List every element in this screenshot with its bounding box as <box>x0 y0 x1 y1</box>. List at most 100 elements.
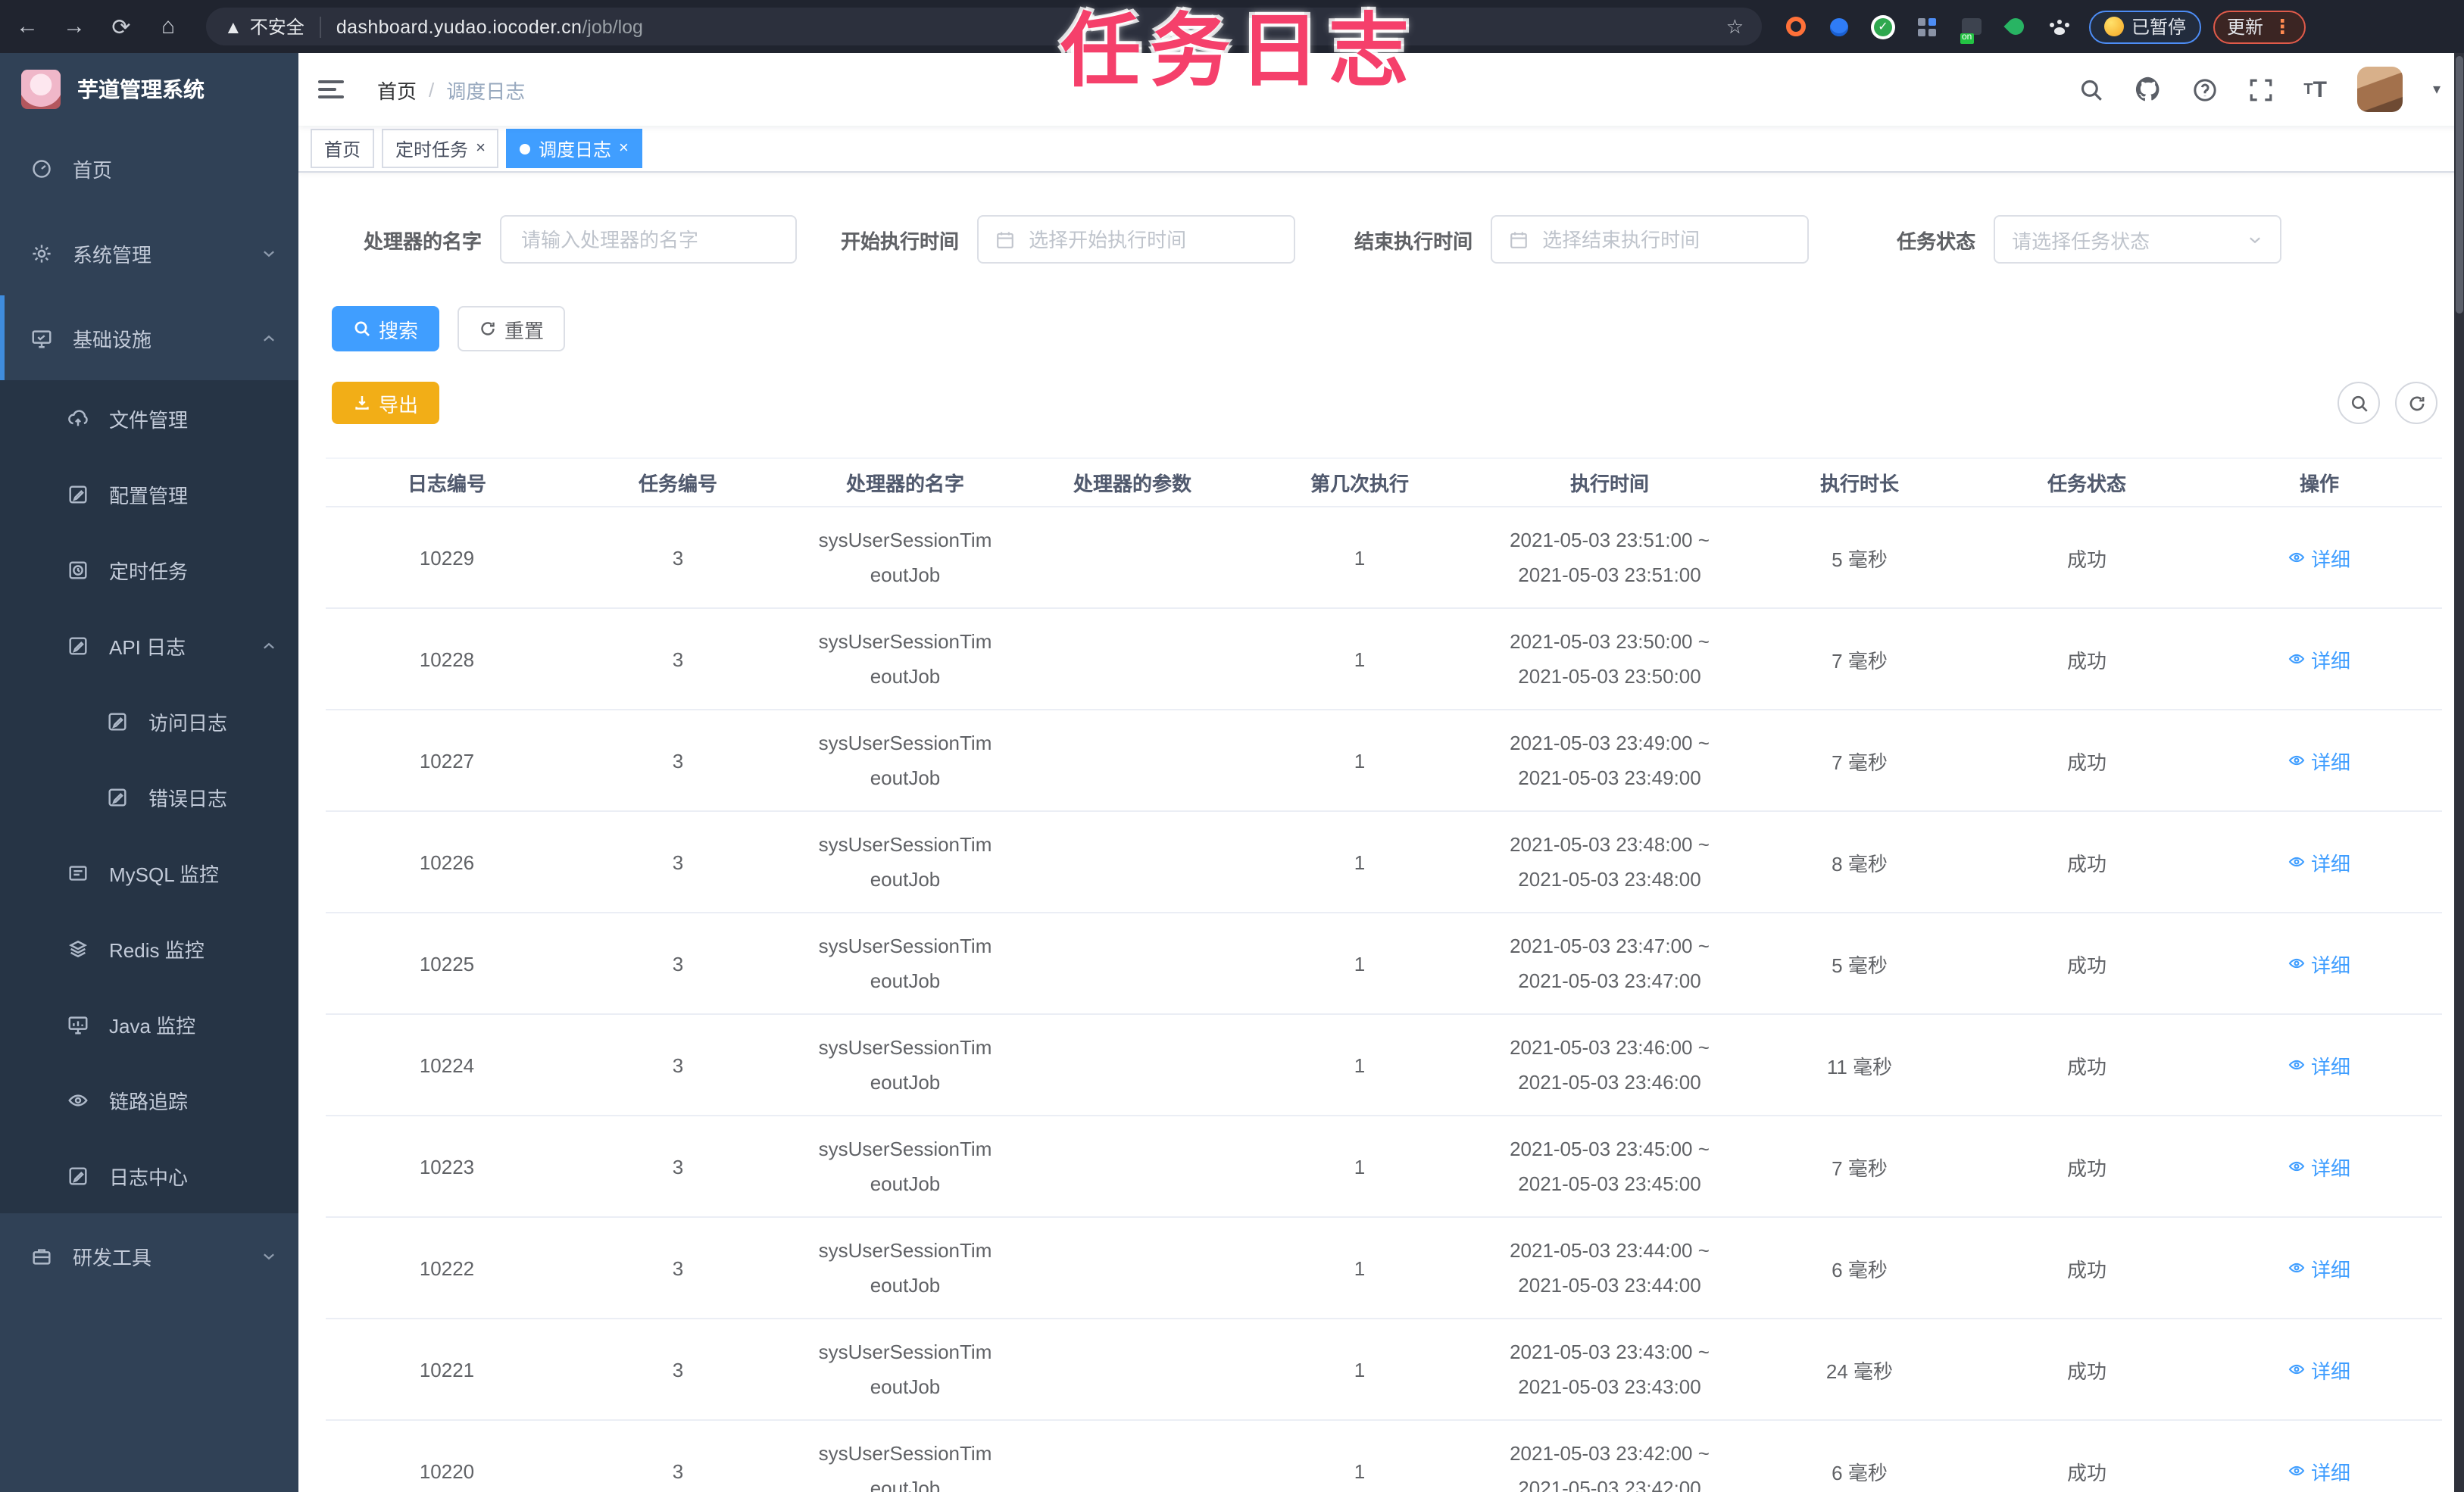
detail-link[interactable]: 详细 <box>2288 1253 2350 1282</box>
cell-log-id: 10222 <box>326 1217 568 1319</box>
sidebar-item-error-log[interactable]: 错误日志 <box>0 759 298 835</box>
cell-duration: 24 毫秒 <box>1742 1319 1977 1421</box>
browser-update-chip[interactable]: 更新 ⋮ <box>2213 10 2306 43</box>
github-icon[interactable] <box>2134 76 2161 103</box>
grid-extension-icon[interactable] <box>1915 14 1939 39</box>
export-button[interactable]: 导出 <box>332 382 440 424</box>
browser-reload-button[interactable]: ⟳ <box>101 7 141 46</box>
chevron-down-icon <box>2247 231 2263 248</box>
sidebar-item-devtools[interactable]: 研发工具 <box>0 1213 298 1298</box>
start-time-picker[interactable] <box>977 215 1296 264</box>
detail-link[interactable]: 详细 <box>2288 645 2350 673</box>
job-status-placeholder: 请选择任务状态 <box>2012 229 2150 252</box>
sidebar-toggle-icon[interactable] <box>318 80 344 98</box>
detail-link[interactable]: 详细 <box>2288 746 2350 775</box>
fullscreen-icon[interactable] <box>2247 76 2273 102</box>
scrollbar-thumb[interactable] <box>2456 56 2463 314</box>
font-size-icon[interactable]: TT <box>2303 76 2327 102</box>
cell-log-id: 10220 <box>326 1420 568 1492</box>
sidebar-item-java-monitor[interactable]: Java 监控 <box>0 986 298 1062</box>
cell-handler-param <box>1023 1217 1242 1319</box>
message-icon <box>67 861 89 884</box>
briefcase-icon <box>30 1244 53 1267</box>
avatar-caret-icon[interactable]: ▾ <box>2433 81 2441 98</box>
cell-status: 成功 <box>1977 913 2197 1015</box>
sidebar-item-mysql-monitor[interactable]: MySQL 监控 <box>0 835 298 910</box>
job-status-select[interactable]: 请选择任务状态 <box>1994 215 2282 264</box>
user-avatar[interactable] <box>2356 67 2403 112</box>
reset-button[interactable]: 重置 <box>458 306 566 351</box>
refresh-icon <box>481 322 495 336</box>
cell-exec-time: 2021-05-03 23:51:00 ~2021-05-03 23:51:00 <box>1477 507 1742 609</box>
blue-drop-extension-icon[interactable] <box>1827 14 1851 39</box>
paused-profile-chip[interactable]: 已暂停 <box>2089 10 2202 43</box>
switch-on-extension-icon[interactable]: on <box>1959 14 1983 43</box>
search-button[interactable]: 搜索 <box>332 306 440 351</box>
breadcrumb: 首页 / 调度日志 <box>377 75 525 104</box>
breadcrumb-home-link[interactable]: 首页 <box>377 75 417 104</box>
tab-scheduled-jobs[interactable]: 定时任务 × <box>382 129 499 168</box>
job-status-label: 任务状态 <box>1897 229 1976 252</box>
sidebar-item-home[interactable]: 首页 <box>0 126 298 211</box>
green-check-extension-icon[interactable]: ✓ <box>1871 14 1895 39</box>
sidebar-item-access-log[interactable]: 访问日志 <box>0 683 298 759</box>
sidebar-item-trace[interactable]: 链路追踪 <box>0 1062 298 1138</box>
tab-close-icon[interactable]: × <box>619 139 629 157</box>
edit-icon <box>67 482 89 505</box>
address-divider <box>319 16 321 37</box>
detail-link[interactable]: 详细 <box>2288 1152 2350 1181</box>
detail-link[interactable]: 详细 <box>2288 543 2350 572</box>
col-log-id: 日志编号 <box>326 457 568 507</box>
end-time-picker[interactable] <box>1491 215 1810 264</box>
eye-icon <box>2289 552 2306 563</box>
tab-home[interactable]: 首页 <box>311 129 375 168</box>
toggle-search-button[interactable] <box>2338 382 2380 424</box>
sidebar-item-config-management[interactable]: 配置管理 <box>0 456 298 532</box>
eye-icon <box>2289 1263 2306 1273</box>
cell-status: 成功 <box>1977 1217 2197 1319</box>
end-time-input[interactable] <box>1539 226 1791 252</box>
refresh-table-button[interactable] <box>2395 382 2437 424</box>
eye-icon <box>2289 654 2306 664</box>
security-warning-icon[interactable]: ▲ <box>224 16 242 37</box>
cell-exec-index: 1 <box>1242 1420 1477 1492</box>
browser-menu-icon[interactable]: ⋮ <box>2272 17 2292 36</box>
detail-link[interactable]: 详细 <box>2288 1050 2350 1079</box>
detail-link[interactable]: 详细 <box>2288 1355 2350 1384</box>
cell-log-id: 10229 <box>326 507 568 609</box>
cell-status: 成功 <box>1977 1014 2197 1116</box>
sidebar-item-scheduled-jobs[interactable]: 定时任务 <box>0 532 298 607</box>
address-bar[interactable]: ▲ 不安全 dashboard.yudao.iocoder.cn /job/lo… <box>206 8 1762 45</box>
sidebar-item-system[interactable]: 系统管理 <box>0 211 298 295</box>
detail-link[interactable]: 详细 <box>2288 949 2350 978</box>
browser-back-button[interactable]: ← <box>8 7 47 46</box>
page-scrollbar[interactable] <box>2454 53 2464 1492</box>
browser-home-button[interactable]: ⌂ <box>148 7 188 46</box>
sidebar-item-log-center[interactable]: 日志中心 <box>0 1138 298 1213</box>
gear-icon <box>30 242 53 264</box>
adblock-extension-icon[interactable] <box>1783 14 1807 39</box>
detail-link[interactable]: 详细 <box>2288 847 2350 876</box>
sidebar-item-api-log[interactable]: API 日志 <box>0 607 298 683</box>
help-icon[interactable] <box>2191 76 2217 102</box>
tab-job-log[interactable]: 调度日志 × <box>506 129 642 168</box>
sidebar-item-redis-monitor[interactable]: Redis 监控 <box>0 910 298 986</box>
breadcrumb-current: 调度日志 <box>446 80 526 102</box>
bookmark-star-icon[interactable]: ☆ <box>1726 14 1744 39</box>
sidebar-item-infrastructure[interactable]: 基础设施 <box>0 295 298 380</box>
cell-duration: 6 毫秒 <box>1742 1217 1977 1319</box>
browser-forward-button[interactable]: → <box>55 7 94 46</box>
start-time-input[interactable] <box>1026 226 1278 252</box>
active-dot <box>520 143 531 154</box>
handler-name-input[interactable] <box>518 226 779 252</box>
leaf-extension-icon[interactable] <box>2003 14 2027 39</box>
detail-link[interactable]: 详细 <box>2288 1456 2350 1485</box>
header-search-icon[interactable] <box>2078 76 2103 102</box>
sidebar-item-file-management[interactable]: 文件管理 <box>0 380 298 456</box>
url-path: /job/log <box>582 16 643 37</box>
paw-extension-icon[interactable] <box>2047 14 2071 39</box>
search-button-row: 搜索 重置 <box>332 306 566 351</box>
cell-exec-index: 1 <box>1242 710 1477 812</box>
table-header-row: 日志编号 任务编号 处理器的名字 处理器的参数 第几次执行 执行时间 执行时长 … <box>326 457 2442 507</box>
tab-close-icon[interactable]: × <box>476 139 486 157</box>
